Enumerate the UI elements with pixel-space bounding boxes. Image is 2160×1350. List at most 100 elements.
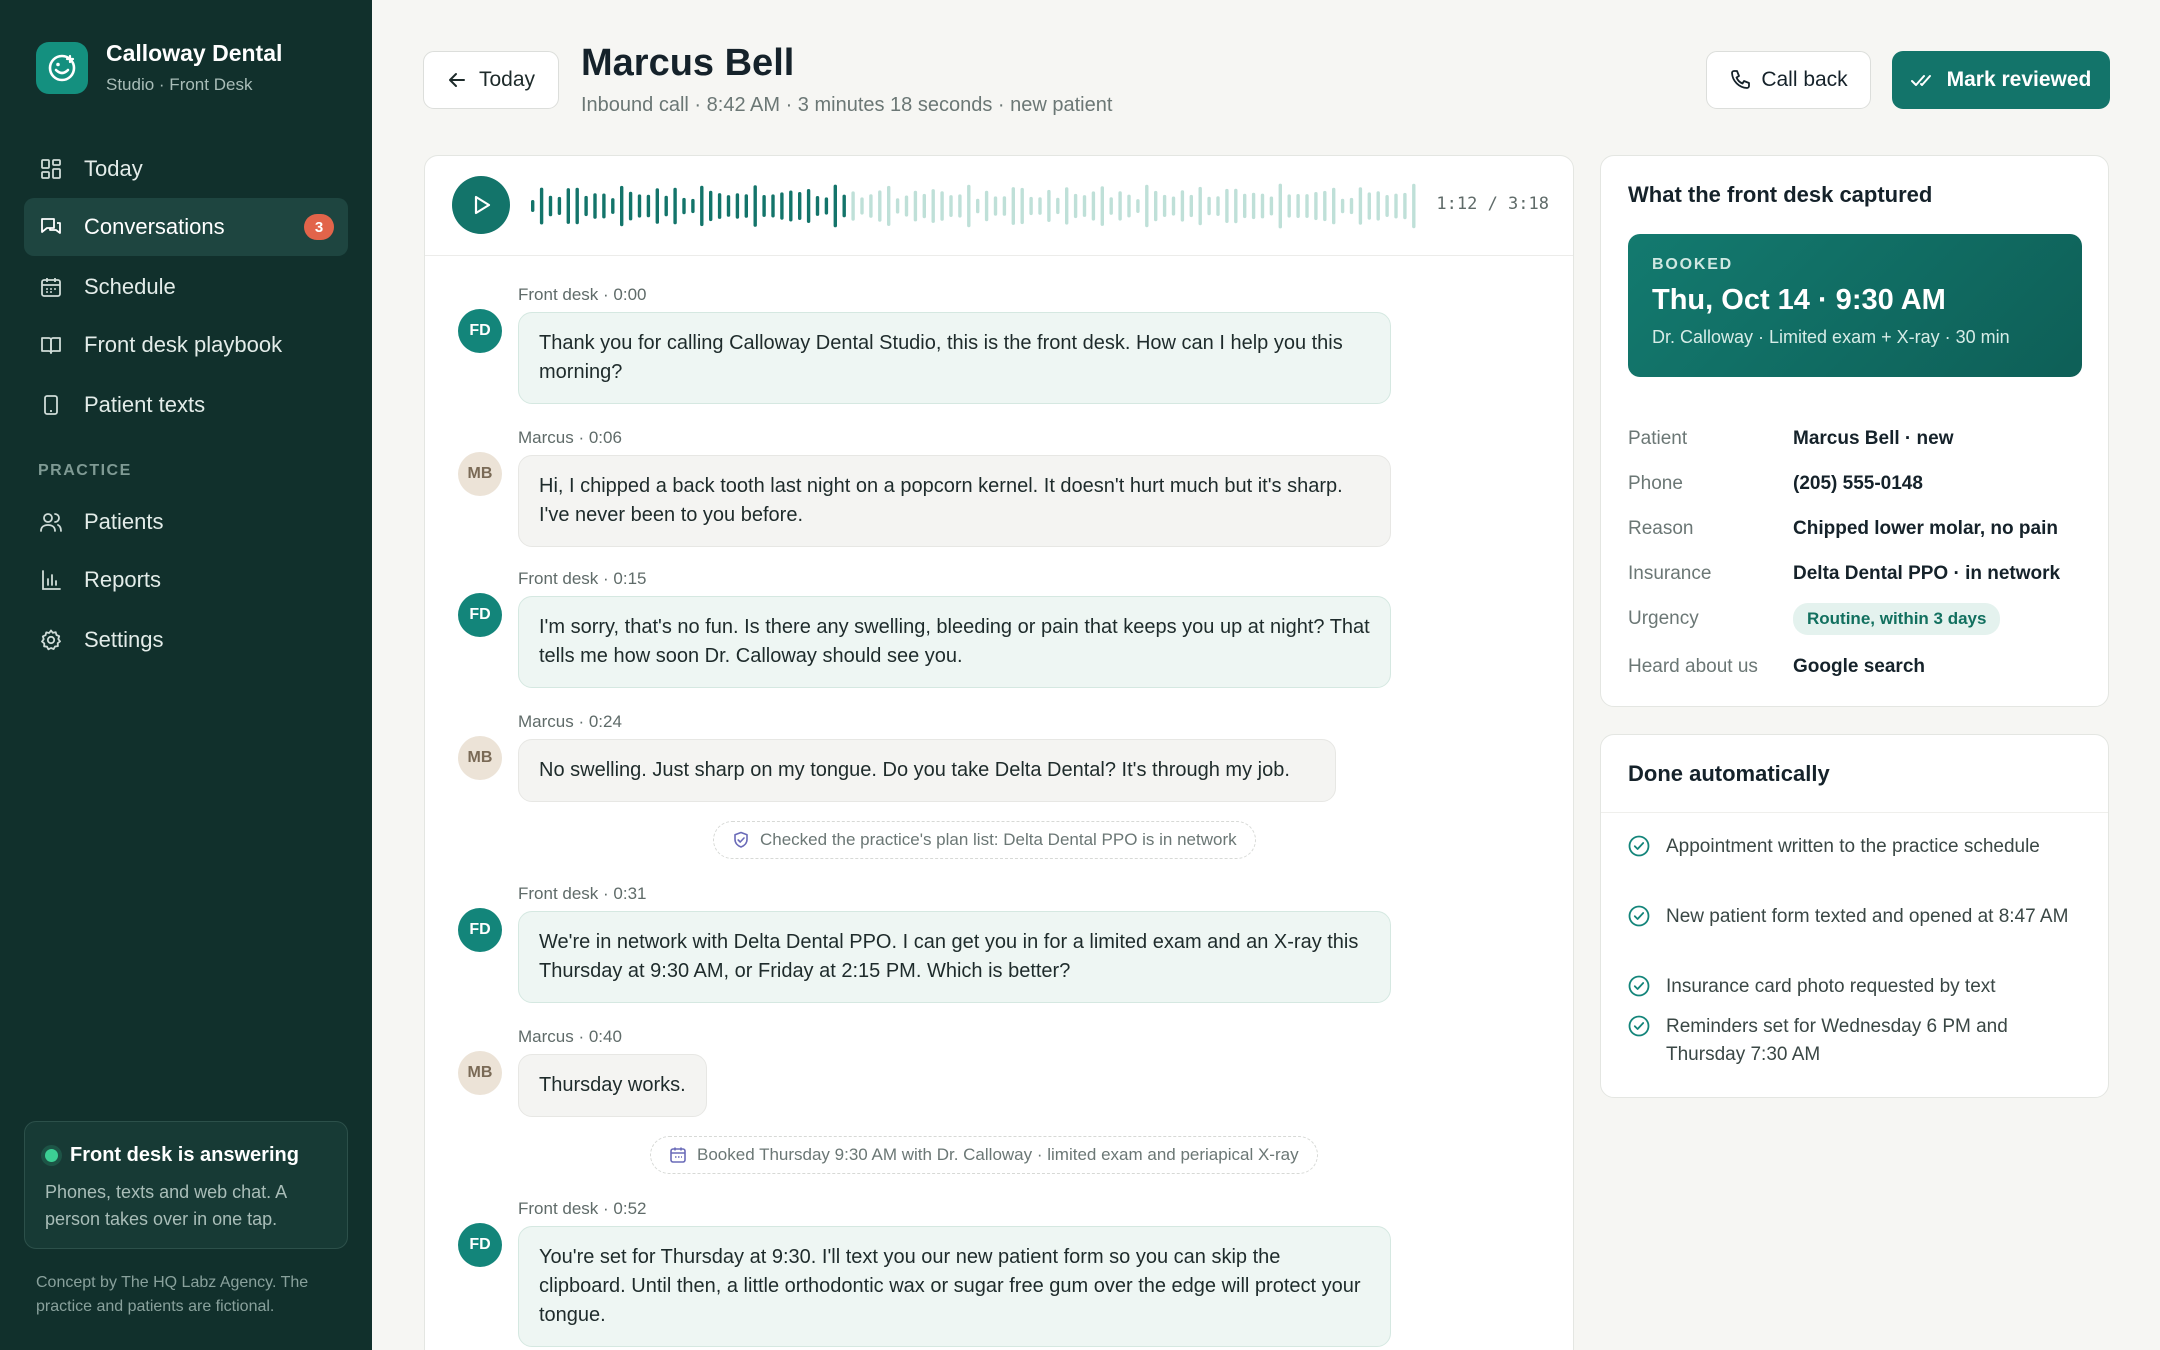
- audio-player: 1:12 / 3:18: [425, 156, 1573, 256]
- system-event: Booked Thursday 9:30 AM with Dr. Callowa…: [650, 1136, 1318, 1174]
- double-check-icon: [1910, 71, 1935, 89]
- message-meta: Marcus · 0:40: [518, 1027, 622, 1046]
- waveform-bar: [949, 195, 953, 217]
- bar-chart-icon: [38, 567, 64, 593]
- transcript-panel: 1:12 / 3:18 FD Front desk · 0:00 Thank y…: [424, 155, 1574, 1350]
- waveform-bar: [1412, 183, 1416, 229]
- field-insurance: Insurance Delta Dental PPO · in network: [1628, 559, 2088, 589]
- call-back-button[interactable]: Call back: [1706, 51, 1871, 109]
- waveform-bar: [611, 198, 615, 214]
- nav-item-settings[interactable]: Settings: [24, 611, 348, 669]
- waveform-bar: [753, 185, 757, 227]
- status-text: Phones, texts and web chat. A person tak…: [45, 1182, 287, 1229]
- waveform-bar: [789, 190, 793, 222]
- waveform-scrubber[interactable]: [530, 180, 1420, 232]
- booked-detail: Dr. Calloway · Limited exam + X-ray · 30…: [1652, 327, 2010, 347]
- waveform-bar: [1207, 196, 1211, 216]
- waveform-bar: [1376, 191, 1380, 221]
- waveform-bar: [869, 194, 873, 218]
- nav-item-patients[interactable]: Patients: [24, 493, 348, 551]
- back-button[interactable]: Today: [423, 51, 559, 109]
- waveform-bar: [851, 191, 855, 221]
- message-bubble: You're set for Thursday at 9:30. I'll te…: [518, 1226, 1391, 1347]
- nav-item-playbook[interactable]: Front desk playbook: [24, 316, 348, 374]
- waveform-bar: [1189, 194, 1193, 218]
- waveform-bar: [1234, 188, 1238, 224]
- event-text: Booked Thursday 9:30 AM with Dr. Callowa…: [697, 1145, 1299, 1164]
- avatar: MB: [458, 736, 502, 780]
- calendar-icon: [38, 274, 64, 300]
- waveform-bar: [1296, 194, 1300, 218]
- nav-label: Patient texts: [84, 392, 206, 417]
- field-key: Reason: [1628, 518, 1694, 539]
- waveform-bar: [895, 198, 900, 214]
- system-event: Checked the practice's plan list: Delta …: [713, 821, 1256, 859]
- play-icon: [474, 195, 491, 215]
- message-meta: Marcus · 0:24: [518, 712, 622, 731]
- field-heard-about: Heard about us Google search: [1628, 652, 2088, 682]
- waveform-bar: [1002, 196, 1007, 216]
- field-value: Marcus Bell · new: [1793, 428, 1954, 449]
- nav-item-conversations[interactable]: Conversations 3: [24, 198, 348, 256]
- field-value: Google search: [1793, 656, 1925, 677]
- page-title: Marcus Bell: [581, 42, 795, 84]
- auto-item: Insurance card photo requested by text: [1628, 973, 2088, 1001]
- nav-label: Front desk playbook: [84, 332, 283, 357]
- message-meta: Front desk · 0:15: [518, 569, 647, 588]
- waveform-bar: [1314, 192, 1318, 221]
- back-label: Today: [478, 68, 536, 91]
- nav-section-practice: PRACTICE: [38, 462, 132, 479]
- phone-icon: [38, 392, 64, 418]
- nav-item-schedule[interactable]: Schedule: [24, 258, 348, 316]
- waveform-bar: [1154, 190, 1158, 222]
- auto-item: New patient form texted and opened at 8:…: [1628, 903, 2088, 931]
- brand: Calloway Dental Studio · Front Desk: [36, 40, 282, 95]
- status-title: Front desk is answering: [70, 1144, 299, 1166]
- waveform-bar: [1056, 197, 1060, 215]
- nav-item-reports[interactable]: Reports: [24, 551, 348, 609]
- auto-item-text: Reminders set for Wednesday 6 PM and Thu…: [1666, 1016, 2008, 1065]
- waveform-bar: [1065, 187, 1069, 225]
- waveform-bar: [1332, 187, 1336, 225]
- waveform-bar: [798, 192, 802, 220]
- check-circle-icon: [1628, 1015, 1652, 1039]
- message-bubble: Hi, I chipped a back tooth last night on…: [518, 455, 1391, 547]
- waveform-bar: [1038, 197, 1042, 215]
- waveform-bar: [762, 195, 766, 217]
- waveform-bar: [602, 193, 606, 219]
- waveform-bar: [771, 194, 775, 218]
- waveform-bar: [1029, 196, 1033, 216]
- field-value: (205) 555-0148: [1793, 473, 1923, 494]
- page-subtitle: Inbound call · 8:42 AM · 3 minutes 18 se…: [581, 94, 1113, 116]
- play-button[interactable]: [452, 176, 510, 234]
- message-meta: Front desk · 0:31: [518, 884, 647, 903]
- nav-item-today[interactable]: Today: [24, 140, 348, 198]
- waveform-bar: [993, 196, 998, 216]
- waveform-bar: [1278, 183, 1282, 229]
- waveform-bar: [931, 189, 935, 223]
- waveform-bar: [700, 185, 704, 227]
- field-key: Urgency: [1628, 608, 1699, 629]
- waveform-bar: [1323, 190, 1327, 222]
- waveform-bar: [1385, 195, 1389, 217]
- avatar: FD: [458, 309, 502, 353]
- mark-reviewed-button[interactable]: Mark reviewed: [1892, 51, 2110, 109]
- playback-time: 1:12 / 3:18: [1436, 194, 1549, 214]
- nav-item-patient-texts[interactable]: Patient texts: [24, 376, 348, 434]
- waveform-bar: [1198, 186, 1202, 226]
- status-dot-icon: [45, 1149, 58, 1162]
- waveform-bar: [958, 194, 962, 218]
- waveform-bar: [913, 190, 918, 222]
- avatar: MB: [458, 452, 502, 496]
- grid-icon: [38, 156, 64, 182]
- avatar: FD: [458, 593, 502, 637]
- waveform-bar: [815, 196, 820, 216]
- sidebar: Calloway Dental Studio · Front Desk Toda…: [0, 0, 372, 1350]
- waveform-bar: [1305, 194, 1309, 218]
- waveform-bar: [584, 195, 588, 217]
- waveform-bar: [1216, 196, 1220, 216]
- nav-label: Today: [84, 156, 143, 181]
- booked-date: Thu, Oct 14 · 9:30 AM: [1652, 284, 1946, 316]
- waveform-bar: [1082, 195, 1087, 217]
- arrow-left-icon: [447, 70, 467, 90]
